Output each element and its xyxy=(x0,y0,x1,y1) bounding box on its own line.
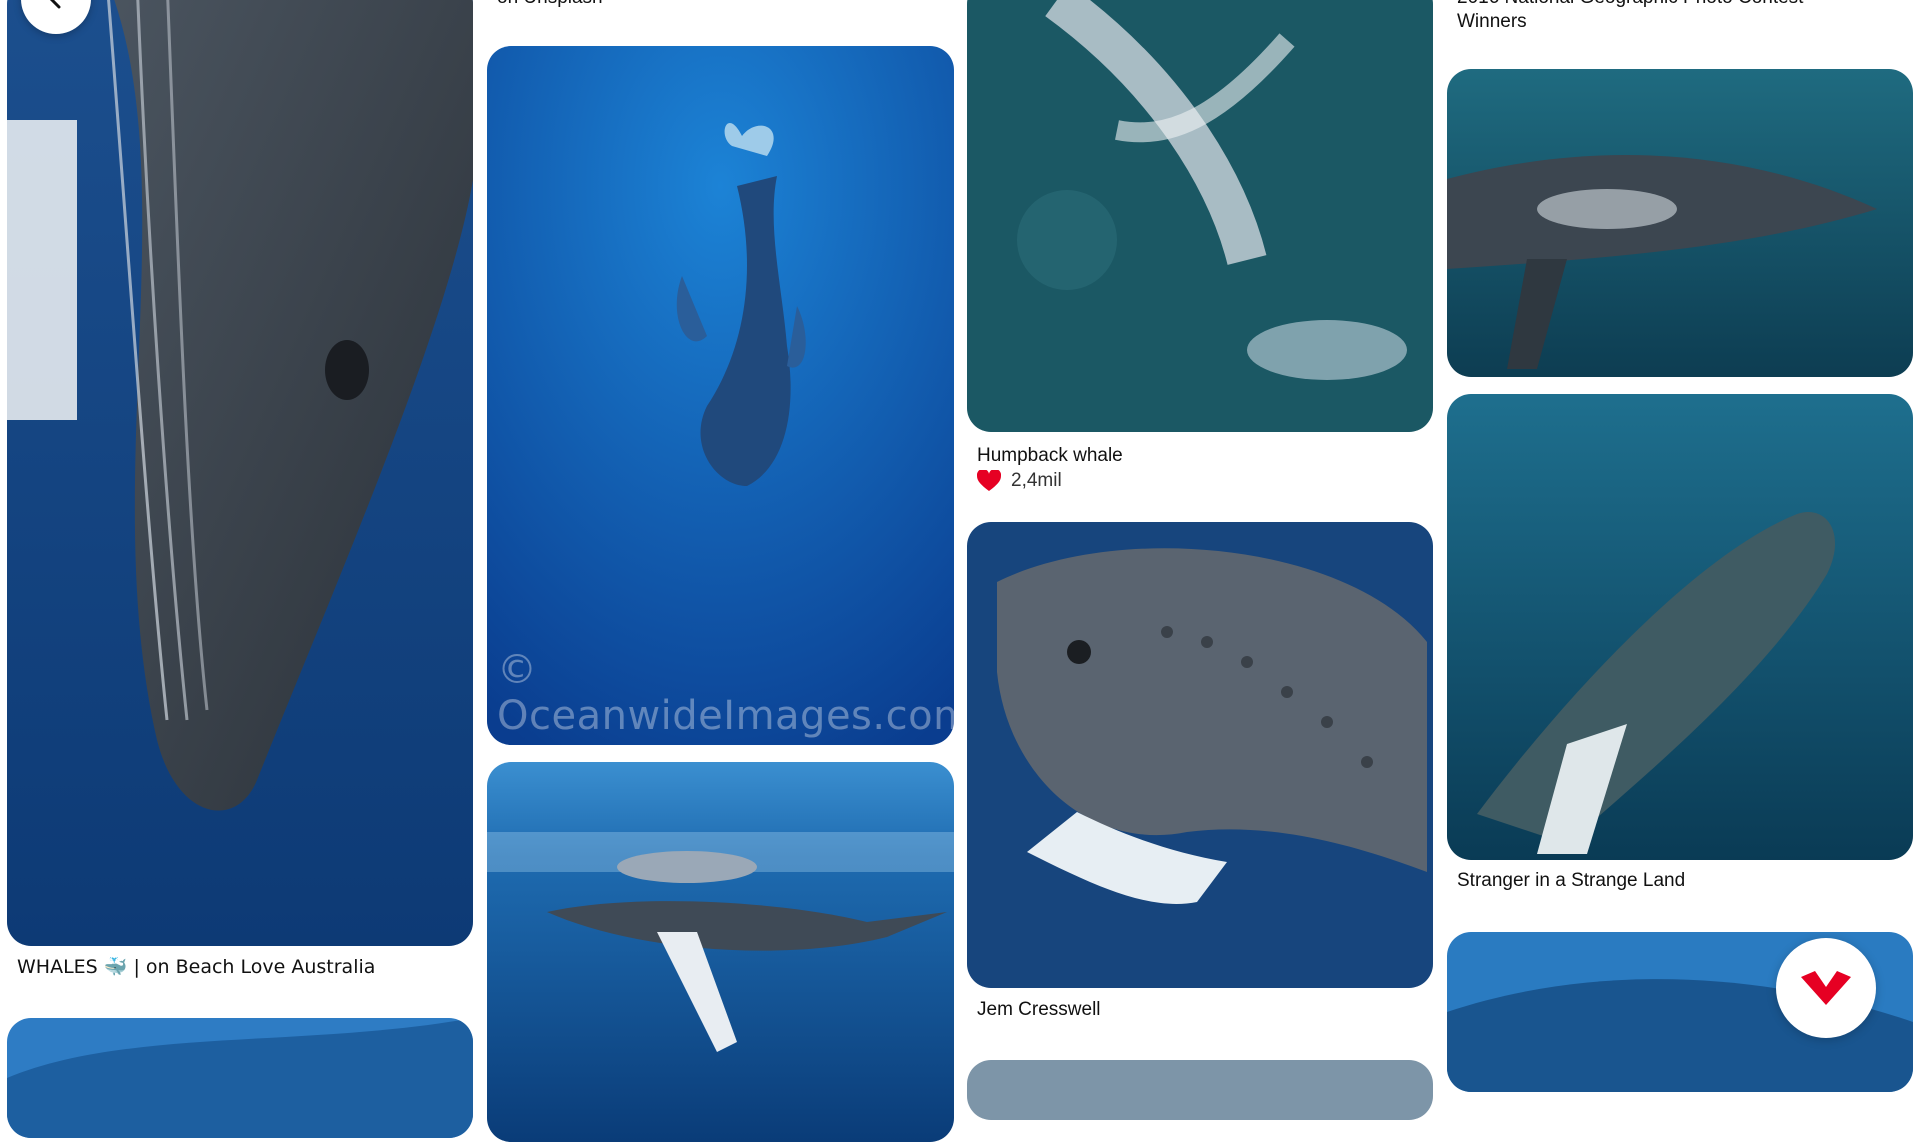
pin-whale-face[interactable] xyxy=(967,522,1433,988)
pin-whale-surface[interactable] xyxy=(1447,69,1913,377)
diving-whale-image xyxy=(487,46,954,745)
bottom-center-image xyxy=(967,1060,1433,1120)
chevron-left-icon xyxy=(49,0,61,9)
brand-logo-icon xyxy=(1801,971,1851,1005)
whale-closeup-image xyxy=(7,0,473,946)
stranger-land-image xyxy=(1447,394,1913,860)
pin-stranger-land[interactable] xyxy=(1447,394,1913,860)
pin-mother-calf[interactable] xyxy=(487,762,954,1142)
heart-eyes-icon xyxy=(977,470,1001,491)
pin-whale-bottom-left[interactable] xyxy=(7,1018,473,1138)
pin-caption-whales[interactable]: WHALES 🐳 | on Beach Love Australia xyxy=(17,955,375,980)
pin-caption-humpback[interactable]: Humpback whale xyxy=(977,444,1123,468)
pin-caption-natgeo[interactable]: 2016 National Geographic Photo Contest W… xyxy=(1457,0,1803,34)
pin-aerial-whale[interactable] xyxy=(967,0,1433,432)
pin-bottom-center[interactable] xyxy=(967,1060,1433,1120)
pin-diving-whale[interactable]: © OceanwideImages.com xyxy=(487,46,954,745)
whale-bottom-left-image xyxy=(7,1018,473,1138)
brand-button[interactable] xyxy=(1776,938,1876,1038)
mother-calf-image xyxy=(487,762,954,1142)
pin-caption-stranger[interactable]: Stranger in a Strange Land xyxy=(1457,869,1685,893)
whale-face-image xyxy=(967,522,1433,988)
pin-likes: 2,4mil xyxy=(977,470,1062,492)
pin-caption-unsplash[interactable]: on Unsplash xyxy=(497,0,603,10)
aerial-whale-image xyxy=(967,0,1433,432)
whale-surface-image xyxy=(1447,69,1913,377)
pin-whale-closeup[interactable] xyxy=(7,0,473,946)
watermark: © OceanwideImages.com xyxy=(497,647,954,739)
pin-caption-jem-cresswell[interactable]: Jem Cresswell xyxy=(977,998,1101,1022)
